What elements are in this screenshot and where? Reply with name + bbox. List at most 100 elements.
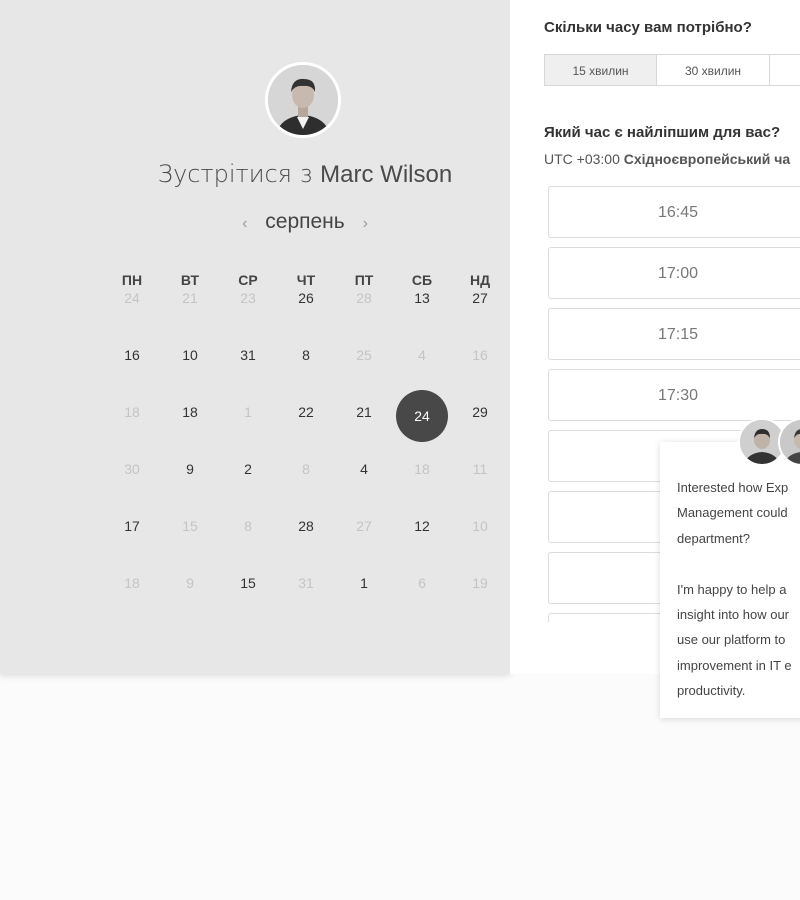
time-slot-button[interactable]: 17:15: [548, 308, 800, 360]
day-number: 26: [298, 290, 314, 306]
chat-message: Interested how Exp Management could depa…: [677, 480, 792, 699]
calendar-day: 21: [161, 290, 219, 347]
day-number: 8: [302, 461, 310, 477]
calendar-day: 11: [451, 461, 509, 518]
calendar-day[interactable]: 1: [335, 575, 393, 632]
calendar-day[interactable]: 10: [161, 347, 219, 404]
day-number: 8: [244, 518, 252, 534]
day-number: 28: [356, 290, 372, 306]
time-slot-button[interactable]: 17:00: [548, 247, 800, 299]
day-number: 31: [298, 575, 314, 591]
day-number: 2: [244, 461, 252, 477]
calendar-day: 25: [335, 347, 393, 404]
weekday-label: СР: [238, 272, 258, 288]
calendar-day[interactable]: 29: [451, 404, 509, 461]
calendar-day-selected[interactable]: 24: [393, 390, 451, 461]
duration-option[interactable]: [770, 54, 800, 86]
day-number: 25: [356, 347, 372, 363]
calendar-day[interactable]: 28: [277, 518, 335, 575]
calendar-day: 18: [103, 404, 161, 461]
calendar-day[interactable]: 9: [161, 461, 219, 518]
timezone-label: UTC +03:00 Східноєвропейський ча: [544, 151, 790, 167]
day-number: 15: [240, 575, 256, 591]
host-name: Marc Wilson: [320, 161, 453, 188]
day-number: 18: [124, 575, 140, 591]
day-number: 1: [360, 575, 368, 591]
prev-month-icon[interactable]: ‹: [230, 215, 259, 232]
calendar-day: 27: [335, 518, 393, 575]
calendar-day[interactable]: 12: [393, 518, 451, 575]
day-number: 16: [124, 347, 140, 363]
calendar-day: 8: [219, 518, 277, 575]
calendar-day[interactable]: 26: [277, 290, 335, 347]
duration-options: 15 хвилин 30 хвилин: [544, 54, 800, 86]
weekday-label: СБ: [411, 272, 433, 288]
weekday-label: ЧТ: [296, 272, 316, 288]
duration-question: Скільки часу вам потрібно?: [544, 19, 752, 36]
day-number: 22: [298, 404, 314, 420]
title-prefix: Зустрітися з: [157, 160, 313, 188]
day-number: 27: [356, 518, 372, 534]
calendar-day: 30: [103, 461, 161, 518]
day-number: 1: [244, 404, 252, 420]
calendar-day: 1: [219, 404, 277, 461]
weekday-label: ПТ: [354, 272, 374, 288]
chat-popup[interactable]: Interested how Exp Management could depa…: [660, 442, 800, 718]
day-number: 21: [182, 290, 198, 306]
day-number: 12: [414, 518, 430, 534]
day-number: 27: [472, 290, 488, 306]
calendar-day[interactable]: 13: [393, 290, 451, 347]
calendar-week: 30 9 2 8 4 18 11: [103, 461, 509, 518]
day-number: 28: [298, 518, 314, 534]
time-question: Який час є найліпшим для вас?: [544, 124, 781, 141]
calendar-day[interactable]: 21: [335, 404, 393, 461]
day-number: 9: [186, 461, 194, 477]
duration-option[interactable]: 15 хвилин: [544, 54, 657, 86]
calendar-day: 18: [393, 461, 451, 518]
day-number: 30: [124, 461, 140, 477]
day-number: 24: [124, 290, 140, 306]
calendar-day[interactable]: 4: [335, 461, 393, 518]
calendar-week: 24 21 23 26 28 13 27: [103, 290, 509, 347]
calendar-day: 10: [451, 518, 509, 575]
calendar-day[interactable]: 15: [219, 575, 277, 632]
day-number: 4: [360, 461, 368, 477]
day-number: 4: [418, 347, 426, 363]
calendar-week: 17 15 8 28 27 12 10: [103, 518, 509, 575]
calendar-day[interactable]: 8: [277, 347, 335, 404]
day-number: 18: [124, 404, 140, 420]
timezone-offset: UTC +03:00: [544, 151, 620, 167]
next-month-icon[interactable]: ›: [351, 215, 380, 232]
day-number: 29: [472, 404, 488, 420]
time-slot-button[interactable]: 16:45: [548, 186, 800, 238]
day-number: 13: [414, 290, 430, 306]
day-number: 10: [182, 347, 198, 363]
calendar-day[interactable]: 27: [451, 290, 509, 347]
day-number: 8: [302, 347, 310, 363]
calendar-grid: ПН ВТ СР ЧТ ПТ СБ НД 24 21 23 26 28 13 27 16 10 31 8 25 4 1…: [103, 272, 509, 632]
calendar-day[interactable]: 18: [161, 404, 219, 461]
calendar-day: 19: [451, 575, 509, 632]
month-label: серпень: [265, 210, 345, 233]
calendar-day[interactable]: 17: [103, 518, 161, 575]
day-number: 23: [240, 290, 256, 306]
calendar-day: 31: [277, 575, 335, 632]
calendar-day[interactable]: 2: [219, 461, 277, 518]
calendar-day[interactable]: 31: [219, 347, 277, 404]
weekday-label: ВТ: [180, 272, 200, 288]
calendar-day: 6: [393, 575, 451, 632]
calendar-week: 18 18 1 22 21 24 29: [103, 390, 509, 461]
time-slot-button[interactable]: 17:30: [548, 369, 800, 421]
calendar-day: 15: [161, 518, 219, 575]
calendar-day[interactable]: 22: [277, 404, 335, 461]
calendar-day: 8: [277, 461, 335, 518]
calendar-day: 28: [335, 290, 393, 347]
calendar-day: 16: [451, 347, 509, 404]
calendar-day[interactable]: 16: [103, 347, 161, 404]
calendar-day: 9: [161, 575, 219, 632]
day-number: 21: [356, 404, 372, 420]
timezone-name: Східноєвропейський ча: [623, 151, 791, 167]
day-number: 18: [414, 461, 430, 477]
duration-option[interactable]: 30 хвилин: [657, 54, 770, 86]
day-number: 15: [182, 518, 198, 534]
